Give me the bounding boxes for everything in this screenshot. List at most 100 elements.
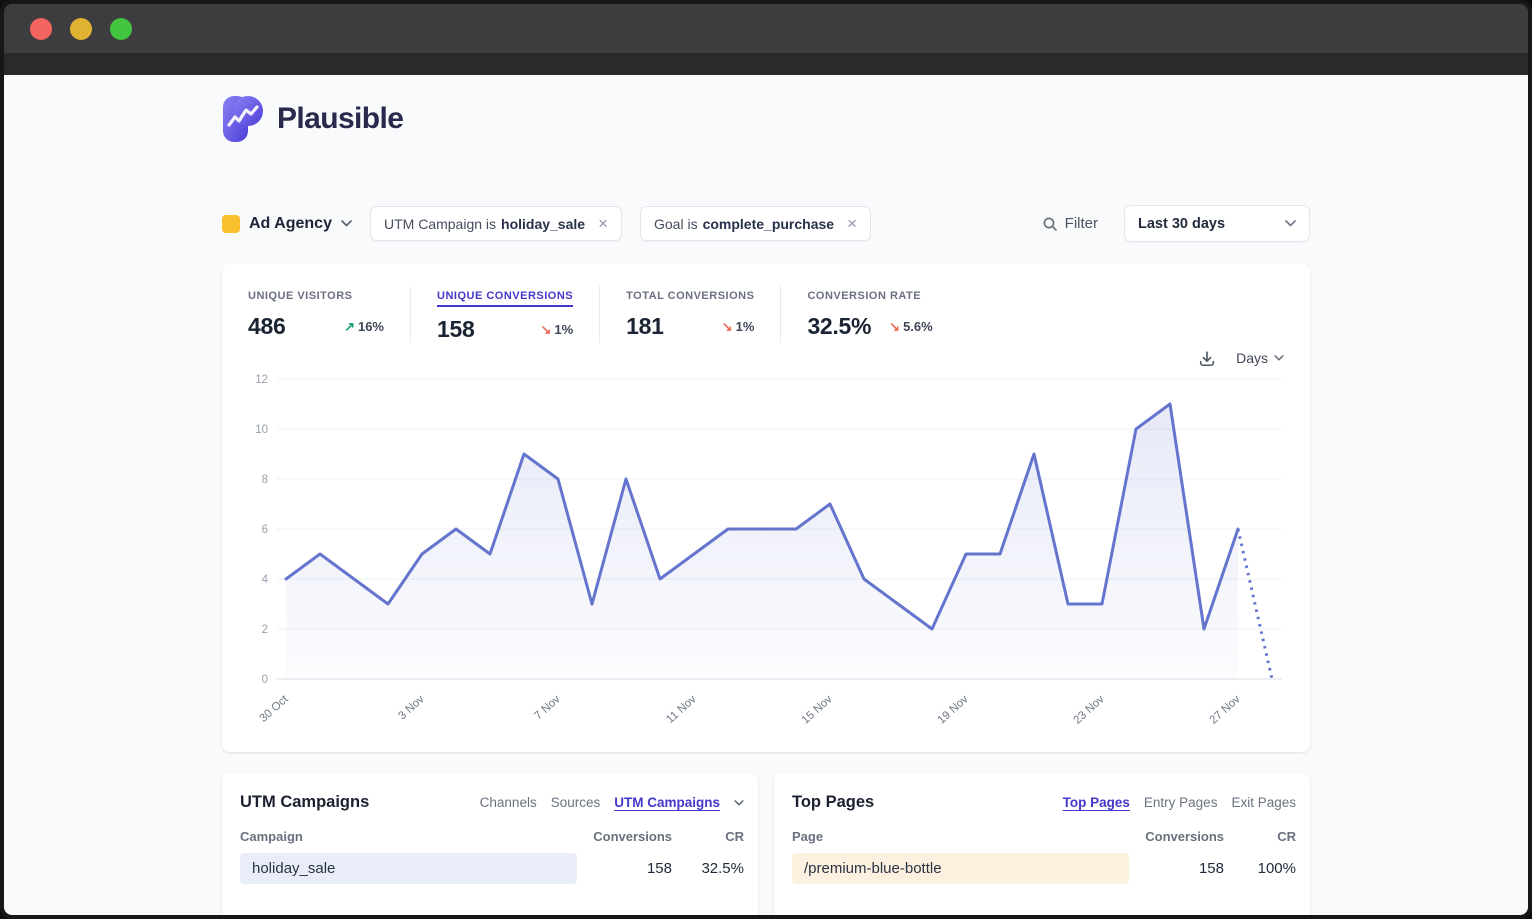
search-icon — [1042, 216, 1058, 232]
chevron-down-icon — [1285, 220, 1296, 227]
filter-pill-utm-campaign[interactable]: UTM Campaign is holiday_sale × — [370, 206, 622, 241]
browser-window: Plausible Ad Agency UTM Campaign is holi… — [0, 0, 1532, 919]
svg-text:11 Nov: 11 Nov — [664, 693, 699, 726]
plausible-logo[interactable]: Plausible — [222, 75, 1310, 143]
utm-campaigns-card: UTM Campaigns Channels Sources UTM Campa… — [222, 773, 758, 915]
table-header: Campaign Conversions CR — [240, 829, 744, 844]
metric-change: 16% — [358, 319, 384, 334]
window-zoom-button[interactable] — [110, 18, 132, 40]
window-close-button[interactable] — [30, 18, 52, 40]
svg-text:23 Nov: 23 Nov — [1072, 693, 1107, 726]
chevron-down-icon — [1274, 355, 1284, 361]
metric-change: 1% — [736, 319, 755, 334]
filter-pill-prefix: Goal is — [654, 216, 698, 232]
tab-top-pages[interactable]: Top Pages — [1063, 795, 1130, 810]
filter-pill-value: holiday_sale — [501, 216, 585, 232]
metric-change: 1% — [554, 322, 573, 337]
tab-exit-pages[interactable]: Exit Pages — [1231, 795, 1296, 810]
y-axis-label: 2 — [262, 624, 268, 636]
tab-sources[interactable]: Sources — [551, 795, 601, 810]
y-axis-label: 10 — [255, 424, 268, 436]
filter-bar: Ad Agency UTM Campaign is holiday_sale ×… — [222, 205, 1310, 242]
visitors-panel: UNIQUE VISITORS 486 ↗16% UNIQUE CONVERSI… — [222, 264, 1310, 752]
metric-unique-conversions[interactable]: UNIQUE CONVERSIONS 158 ↘1% — [410, 286, 599, 343]
metric-label-active: UNIQUE CONVERSIONS — [437, 290, 573, 307]
card-title: Top Pages — [792, 793, 874, 812]
interval-selector[interactable]: Days — [1236, 350, 1284, 366]
column-cr: CR — [672, 829, 744, 844]
chart-line-partial-day — [1238, 529, 1272, 679]
svg-text:7 Nov: 7 Nov — [532, 693, 563, 722]
brand-wordmark: Plausible — [277, 102, 403, 136]
cr-value: 100% — [1224, 860, 1296, 877]
x-axis-label: 27 Nov — [1208, 693, 1243, 726]
cr-value: 32.5% — [672, 860, 744, 877]
metric-change: 5.6% — [903, 319, 933, 334]
tab-entry-pages[interactable]: Entry Pages — [1144, 795, 1218, 810]
breakdown-cards: UTM Campaigns Channels Sources UTM Campa… — [222, 773, 1310, 915]
chevron-down-icon[interactable] — [734, 800, 744, 806]
metrics-row: UNIQUE VISITORS 486 ↗16% UNIQUE CONVERSI… — [246, 286, 1286, 343]
metric-label: CONVERSION RATE — [807, 290, 921, 302]
add-filter-button[interactable]: Filter — [1042, 215, 1098, 232]
filter-pill-goal[interactable]: Goal is complete_purchase × — [640, 206, 871, 241]
x-axis-labels: 30 Oct 3 Nov 7 Nov 11 Nov 15 Nov 19 Nov 23 Nov… — [257, 693, 1242, 727]
trend-arrow-icon: ↘ — [540, 322, 551, 338]
chart-area — [286, 404, 1238, 679]
interval-label: Days — [1236, 350, 1268, 366]
x-axis-label: 15 Nov — [800, 693, 835, 726]
svg-text:19 Nov: 19 Nov — [936, 693, 971, 726]
pages-tabs: Top Pages Entry Pages Exit Pages — [1063, 795, 1296, 810]
x-axis-label: 11 Nov — [664, 693, 699, 726]
site-selector[interactable]: Ad Agency — [222, 215, 352, 233]
metric-value: 158 — [437, 316, 474, 343]
metric-value: 486 — [248, 313, 285, 340]
tab-channels[interactable]: Channels — [480, 795, 537, 810]
table-row: holiday_sale 158 32.5% — [240, 853, 744, 884]
window-minimize-button[interactable] — [70, 18, 92, 40]
metric-value: 181 — [626, 313, 663, 340]
window-titlebar — [4, 4, 1528, 53]
y-axis-label: 4 — [262, 574, 269, 586]
table-header: Page Conversions CR — [792, 829, 1296, 844]
tab-utm-campaigns[interactable]: UTM Campaigns — [614, 795, 720, 810]
card-title: UTM Campaigns — [240, 793, 369, 812]
x-axis-label: 3 Nov — [396, 693, 427, 722]
trend-arrow-icon: ↘ — [889, 319, 900, 335]
metric-total-conversions[interactable]: TOTAL CONVERSIONS 181 ↘1% — [599, 286, 780, 343]
top-pages-card: Top Pages Top Pages Entry Pages Exit Pag… — [774, 773, 1310, 915]
column-conversions: Conversions — [1129, 829, 1224, 844]
chevron-down-icon — [341, 220, 352, 227]
window-toolbar-strip — [4, 53, 1528, 75]
svg-text:30 Oct: 30 Oct — [257, 693, 291, 725]
export-button[interactable] — [1198, 349, 1216, 368]
conversions-line-chart[interactable]: 02468101230 Oct3 Nov7 Nov11 Nov15 Nov19 … — [246, 371, 1286, 743]
site-name: Ad Agency — [249, 215, 332, 233]
page-link[interactable]: /premium-blue-bottle — [792, 860, 942, 877]
y-axis-labels: 024681012 — [255, 374, 268, 686]
filter-pill-value: complete_purchase — [703, 216, 835, 232]
metric-unique-visitors[interactable]: UNIQUE VISITORS 486 ↗16% — [246, 286, 410, 343]
chart-toolbar: Days — [246, 345, 1286, 371]
campaign-link[interactable]: holiday_sale — [240, 860, 335, 877]
y-axis-label: 12 — [255, 374, 268, 386]
y-axis-label: 6 — [262, 524, 268, 536]
metric-label: UNIQUE VISITORS — [248, 290, 352, 302]
site-favicon — [222, 215, 240, 233]
x-axis-label: 7 Nov — [532, 693, 563, 722]
conversions-value: 158 — [1129, 860, 1224, 877]
filter-button-label: Filter — [1065, 215, 1098, 232]
remove-filter-icon[interactable]: × — [847, 215, 857, 232]
y-axis-label: 0 — [262, 674, 268, 686]
column-conversions: Conversions — [577, 829, 672, 844]
remove-filter-icon[interactable]: × — [598, 215, 608, 232]
metric-value: 32.5% — [807, 313, 871, 340]
filter-pill-prefix: UTM Campaign is — [384, 216, 496, 232]
date-range-picker[interactable]: Last 30 days — [1124, 205, 1310, 242]
plausible-logo-icon — [222, 95, 264, 143]
metric-conversion-rate[interactable]: CONVERSION RATE 32.5% ↘5.6% — [780, 286, 958, 343]
page-viewport: Plausible Ad Agency UTM Campaign is holi… — [4, 75, 1528, 915]
trend-arrow-icon: ↗ — [344, 319, 355, 335]
source-tabs: Channels Sources UTM Campaigns — [480, 795, 744, 810]
table-row: /premium-blue-bottle 158 100% — [792, 853, 1296, 884]
